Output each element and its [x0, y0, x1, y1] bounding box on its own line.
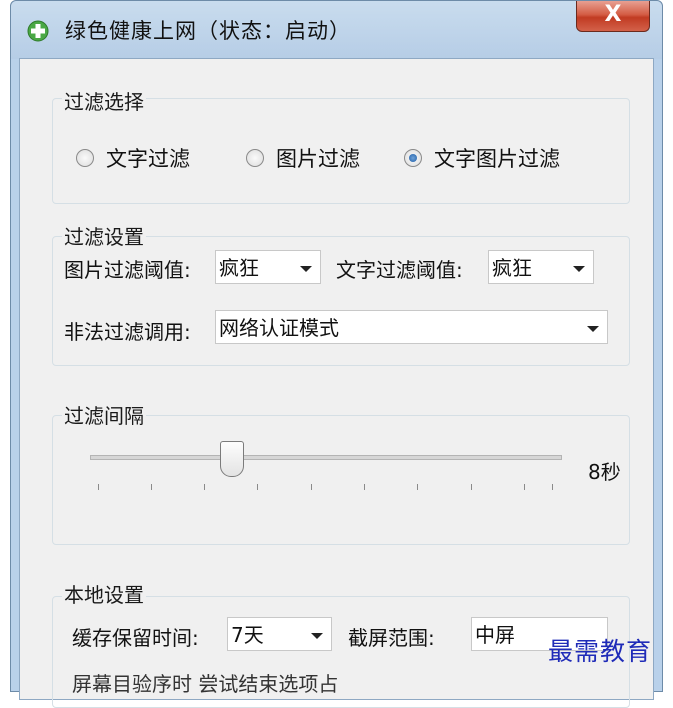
text-threshold-value: 疯狂: [492, 256, 532, 280]
text-threshold-label: 文字过滤阈值:: [336, 258, 463, 282]
filter-select-label: 过滤选择: [62, 86, 146, 115]
radio-label: 文字过滤: [106, 147, 190, 171]
interval-value-label: 8秒: [588, 460, 621, 484]
slider-tick: [204, 484, 205, 490]
illegal-call-value: 网络认证模式: [219, 316, 339, 340]
radio-label: 图片过滤: [276, 147, 360, 171]
chevron-down-icon: [587, 326, 599, 332]
slider-tick: [417, 484, 418, 490]
radio-button-selected[interactable]: [404, 149, 422, 167]
cache-time-select[interactable]: 7天: [227, 617, 332, 651]
green-cross-icon: [27, 20, 49, 42]
illegal-call-select[interactable]: 网络认证模式: [215, 310, 608, 344]
image-threshold-select[interactable]: 疯狂: [215, 250, 321, 284]
text-threshold-select[interactable]: 疯狂: [488, 250, 594, 284]
chevron-down-icon: [311, 633, 323, 639]
chevron-down-icon: [300, 266, 312, 272]
screenshot-range-label: 截屏范围:: [348, 626, 435, 650]
image-threshold-label: 图片过滤阈值:: [64, 258, 191, 282]
slider-tick: [257, 484, 258, 490]
local-settings-label: 本地设置: [62, 579, 146, 608]
cache-time-value: 7天: [231, 623, 264, 647]
slider-tick: [364, 484, 365, 490]
close-button[interactable]: X: [576, 1, 650, 32]
interval-slider-track[interactable]: [90, 455, 562, 460]
slider-tick: [151, 484, 152, 490]
chevron-down-icon: [573, 266, 585, 272]
radio-text-image-filter[interactable]: 文字图片过滤: [404, 143, 560, 173]
slider-tick: [524, 484, 525, 490]
title-bar: 绿色健康上网（状态：启动） X: [11, 1, 662, 59]
filter-interval-label: 过滤间隔: [62, 400, 146, 429]
slider-tick: [471, 484, 472, 490]
partial-row-text: 屏幕目验序时 尝试结束选项占: [72, 672, 339, 696]
interval-slider-thumb[interactable]: [220, 441, 244, 477]
filter-settings-label: 过滤设置: [62, 221, 146, 250]
window-title: 绿色健康上网（状态：启动）: [65, 19, 351, 43]
radio-image-filter[interactable]: 图片过滤: [246, 143, 360, 173]
radio-label: 文字图片过滤: [434, 147, 560, 171]
watermark: 最需教育: [548, 637, 653, 666]
image-threshold-value: 疯狂: [219, 256, 259, 280]
slider-tick: [552, 484, 553, 490]
slider-tick: [98, 484, 99, 490]
cache-time-label: 缓存保留时间:: [72, 626, 199, 650]
radio-button[interactable]: [76, 149, 94, 167]
radio-button[interactable]: [246, 149, 264, 167]
filter-interval-group: [52, 415, 630, 545]
slider-tick: [311, 484, 312, 490]
screenshot-range-value: 中屏: [475, 623, 515, 647]
illegal-call-label: 非法过滤调用:: [64, 320, 191, 344]
radio-text-filter[interactable]: 文字过滤: [76, 143, 190, 173]
